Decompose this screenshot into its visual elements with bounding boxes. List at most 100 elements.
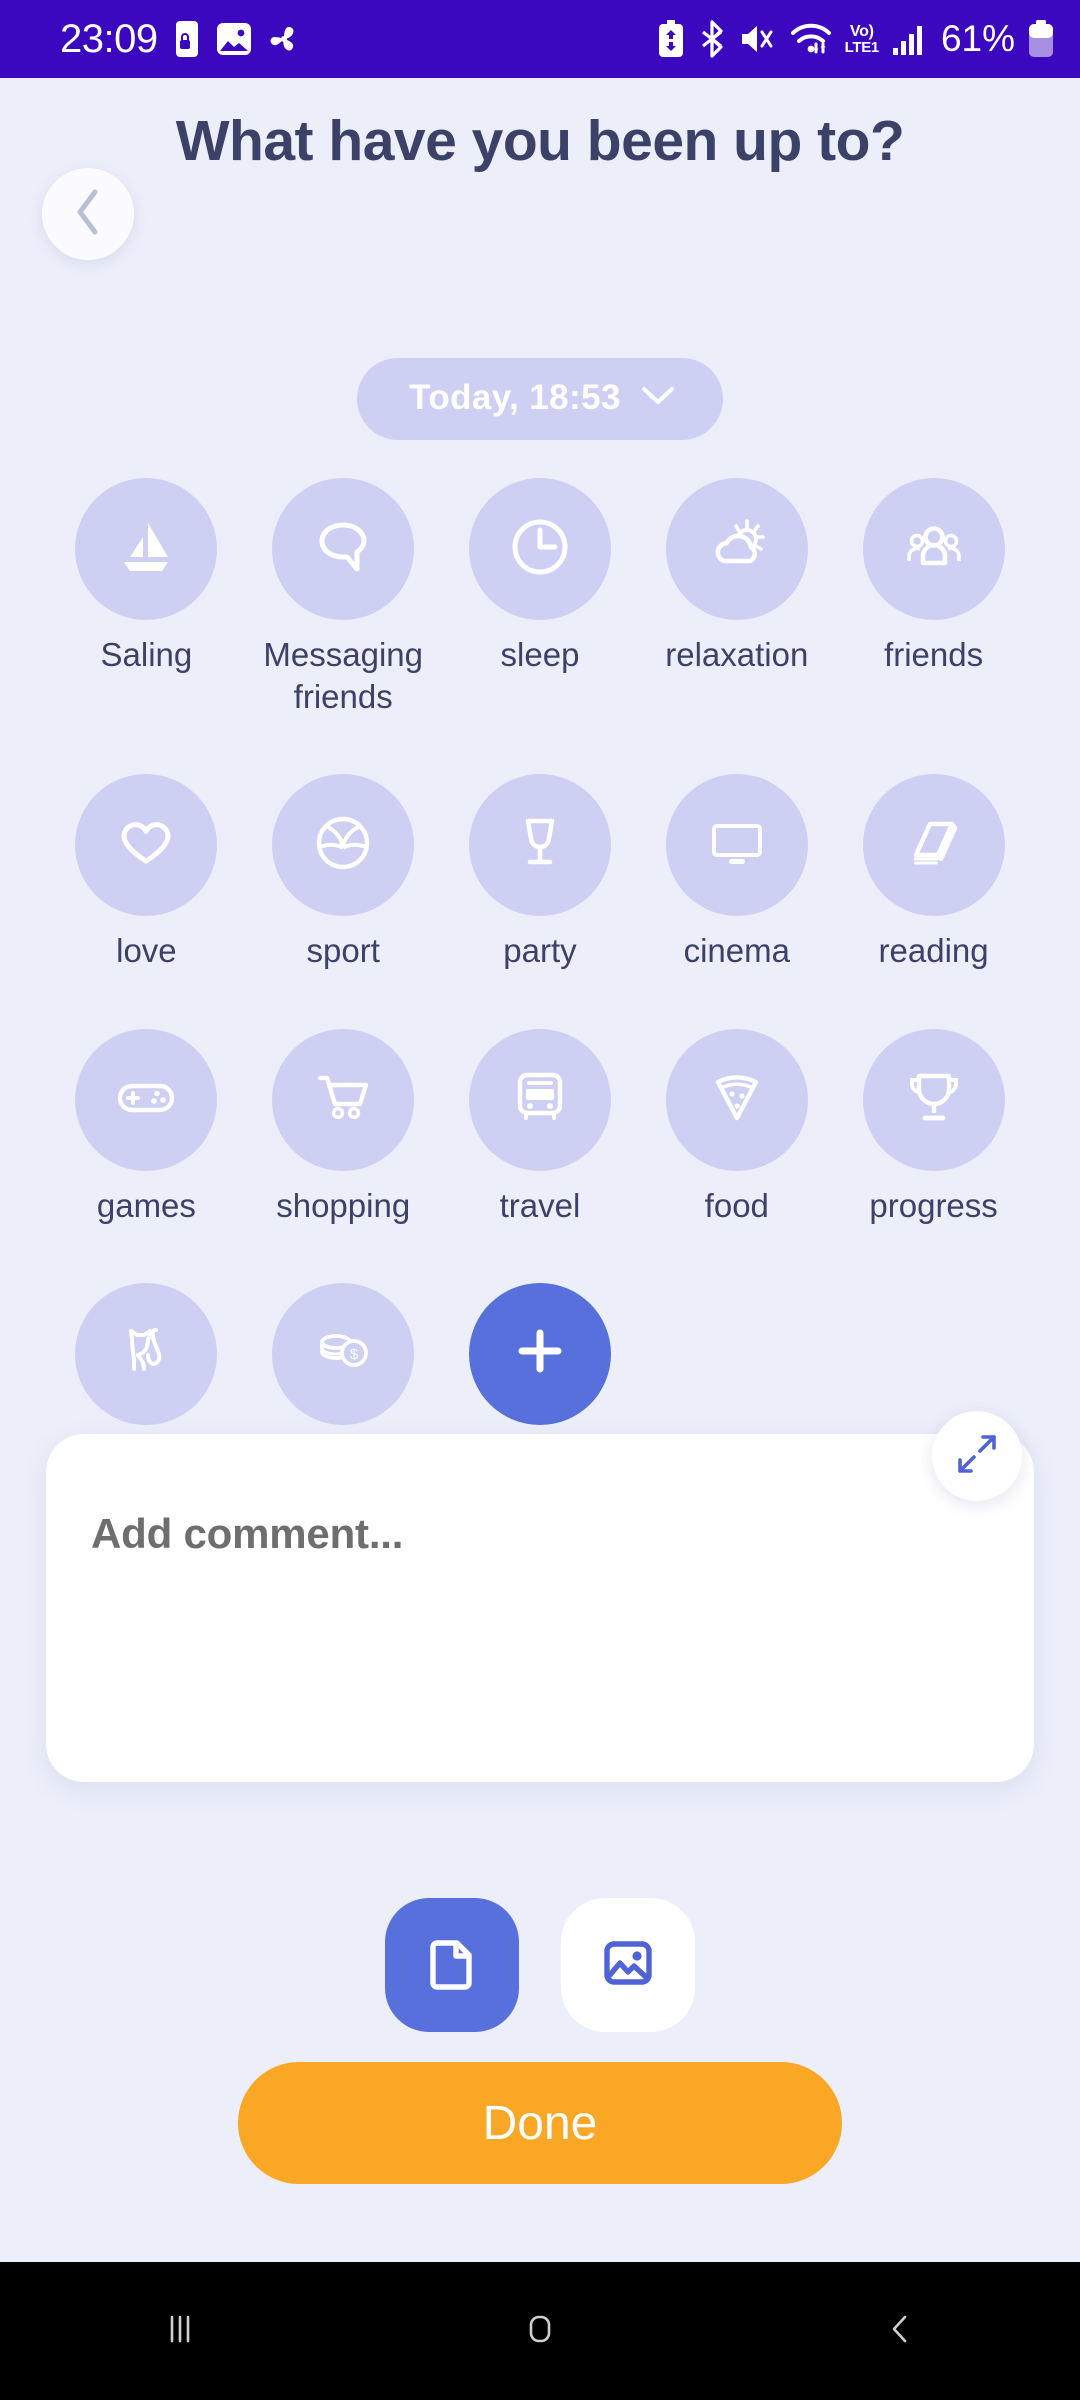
activity-label: relaxation [665,636,809,673]
activity-item-messaging-friends[interactable]: Messaging friends [245,478,442,718]
attach-image-button[interactable] [561,1898,695,2032]
grid-row-spacer [245,722,442,770]
activity-grid: Saling Messaging friends sleep relaxatio… [48,478,1032,1481]
grid-row-spacer [245,1231,442,1279]
battery-saver-icon [657,20,685,58]
nav-back-button[interactable] [720,2307,1080,2356]
activity-icon-wrap [468,478,611,620]
nav-home-button[interactable] [360,2307,720,2356]
status-bar-right: Vo) LTE1 61% [657,18,1054,60]
expand-comment-button[interactable] [932,1411,1022,1501]
activity-item-party[interactable]: party [442,774,639,972]
pizza-icon [701,1061,773,1138]
trophy-icon [898,1061,970,1138]
activity-item-sport[interactable]: sport [245,774,442,972]
activity-item-love[interactable]: love [48,774,245,972]
back-button[interactable] [42,168,134,260]
activity-icon-wrap [665,1028,808,1171]
back-chevron-icon [878,2307,922,2356]
status-bar: 23:09 Vo) LTE1 61% [0,0,1080,78]
activity-item-food[interactable]: food [638,1028,835,1227]
date-chip-row: Today, 18:53 [0,358,1080,440]
android-nav-bar [0,2262,1080,2400]
activity-label: food [704,1186,769,1224]
image-icon [216,22,252,56]
image-icon [594,1929,662,2002]
attach-document-button[interactable] [385,1898,519,2032]
grid-row-spacer [48,1231,245,1279]
activity-icon-wrap [272,774,415,917]
fan-icon [266,21,302,57]
activity-item-progress[interactable]: progress [835,1028,1032,1227]
shopping-cart-icon [307,1061,379,1138]
recents-icon [158,2307,202,2356]
activity-label: friends [884,636,984,673]
sun-cloud-icon [701,511,773,588]
activity-icon-wrap [272,1028,415,1171]
grid-row-spacer [442,1231,639,1279]
screen-root: 23:09 Vo) LTE1 61% What have you been up… [0,0,1080,2400]
activity-item-saling[interactable]: Saling [48,478,245,718]
activity-item-friends[interactable]: friends [835,478,1032,718]
activity-label: shopping [276,1186,411,1224]
status-bar-clock: 23:09 [60,16,158,61]
status-bar-left: 23:09 [60,17,302,62]
activity-icon-wrap [862,1028,1005,1171]
people-group-icon [898,511,970,588]
phone-lock-icon [172,20,202,58]
volte-bottom-label: LTE1 [844,38,880,56]
activity-item-travel[interactable]: travel [442,1028,639,1227]
activity-item-cinema[interactable]: cinema [638,774,835,972]
nav-recents-button[interactable] [0,2307,360,2356]
chevron-left-icon [73,188,103,241]
done-button[interactable]: Done [238,2062,842,2184]
wine-glass-icon [504,807,576,884]
heart-icon [110,807,182,884]
grid-row-spacer [48,722,245,770]
activity-icon-wrap [665,774,808,917]
date-time-selector[interactable]: Today, 18:53 [357,358,723,440]
activity-item-shopping[interactable]: shopping [245,1028,442,1227]
book-icon [898,807,970,884]
activity-label: sleep [500,636,580,673]
page-header: What have you been up to? [0,78,1080,298]
activity-icon-wrap [75,1282,218,1425]
volte-top-label: Vo) [849,22,874,40]
gamepad-icon [110,1061,182,1138]
cat-icon [110,1315,182,1392]
grid-row-spacer [638,1231,835,1279]
activity-label: love [116,932,177,970]
grid-row-spacer [835,722,1032,770]
signal-bars-icon [892,22,926,56]
attachment-buttons [0,1898,1080,2032]
comment-card[interactable]: Add comment... [46,1434,1034,1782]
expand-arrows-icon [954,1431,1000,1482]
page-title: What have you been up to? [175,109,905,173]
grid-row-spacer [638,977,835,1025]
grid-row-spacer [638,722,835,770]
activity-label: progress [869,1186,998,1224]
activity-item-reading[interactable]: reading [835,774,1032,972]
svg-text:$: $ [350,1346,359,1363]
activity-item-relaxation[interactable]: relaxation [638,478,835,718]
date-time-label: Today, 18:53 [409,378,621,417]
add-activity-button[interactable] [468,1282,611,1425]
activity-label: Messaging friends [263,636,423,716]
basketball-icon [307,807,379,884]
activity-icon-wrap [665,478,808,620]
activity-icon-wrap [468,1028,611,1171]
activity-icon-wrap: $ [272,1282,415,1425]
chevron-down-icon [641,385,675,412]
done-row: Done [0,2062,1080,2184]
plus-icon [512,1323,568,1384]
activity-item-sleep[interactable]: sleep [442,478,639,718]
volte-indicator: Vo) LTE1 [844,22,880,56]
bluetooth-icon [698,20,726,58]
grid-row-spacer [835,1231,1032,1279]
bus-icon [504,1061,576,1138]
activity-icon-wrap [75,1028,218,1171]
activity-label: travel [499,1186,581,1224]
grid-row-spacer [245,977,442,1025]
chat-bubble-icon [307,511,379,588]
activity-item-games[interactable]: games [48,1028,245,1227]
